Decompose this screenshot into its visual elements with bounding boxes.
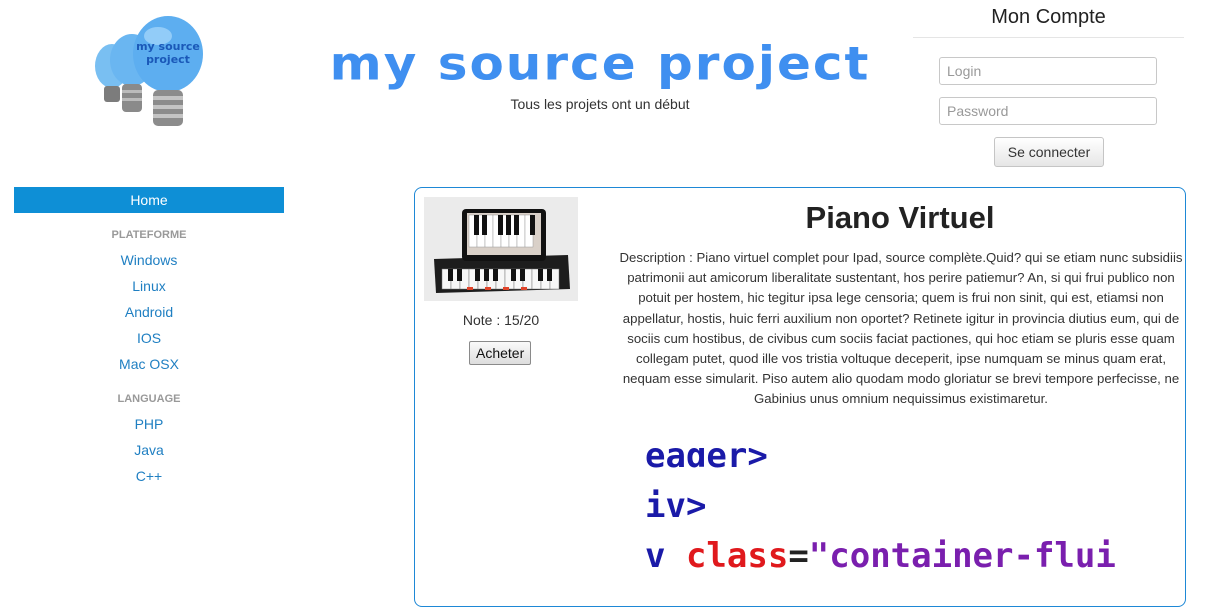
buy-button[interactable]: Acheter	[469, 341, 532, 365]
logo-text-line2: project	[146, 53, 190, 66]
login-input[interactable]	[939, 57, 1157, 85]
sidebar-item-android[interactable]: Android	[14, 299, 284, 325]
piano-keyboard-image	[424, 197, 578, 301]
code-line-2: iv>	[645, 486, 707, 526]
sidebar-nav: Home PLATEFORME Windows Linux Android IO…	[14, 187, 284, 489]
sidebar-item-home[interactable]: Home	[14, 187, 284, 213]
password-input[interactable]	[939, 97, 1157, 125]
product-description: Description : Piano virtuel complet pour…	[619, 250, 1183, 407]
brand-title: my source project	[329, 37, 871, 91]
code-line-1: eader>	[645, 448, 768, 476]
account-title: Mon Compte	[913, 0, 1184, 38]
brand-subtitle: Tous les projets ont un début	[510, 96, 690, 112]
login-button[interactable]: Se connecter	[994, 137, 1104, 167]
sidebar-item-windows[interactable]: Windows	[14, 247, 284, 273]
logo-text-line1: my source	[136, 40, 200, 53]
sidebar-item-mac-osx[interactable]: Mac OSX	[14, 351, 284, 377]
code-screenshot: eader> iv> v class="container-flui	[643, 448, 1163, 606]
brand-header: my source project Tous les projets ont u…	[322, 36, 878, 112]
product-panel: Note : 15/20 Acheter Piano Virtuel Descr…	[414, 187, 1186, 607]
sidebar-item-linux[interactable]: Linux	[14, 273, 284, 299]
sidebar-item-ios[interactable]: IOS	[14, 325, 284, 351]
account-box: Mon Compte Se connecter	[913, 0, 1184, 167]
sidebar-item-java[interactable]: Java	[14, 437, 284, 463]
sidebar-item-cpp[interactable]: C++	[14, 463, 284, 489]
sidebar-header-language: LANGUAGE	[117, 393, 181, 405]
product-rating: Note : 15/20	[462, 312, 540, 328]
sidebar-header-plateforme: PLATEFORME	[111, 229, 187, 241]
lightbulb-logo-icon: my source project	[95, 16, 203, 126]
product-title: Piano Virtuel	[805, 200, 995, 235]
code-line-3: v class="container-flui	[645, 536, 1116, 576]
sidebar-item-php[interactable]: PHP	[14, 411, 284, 437]
